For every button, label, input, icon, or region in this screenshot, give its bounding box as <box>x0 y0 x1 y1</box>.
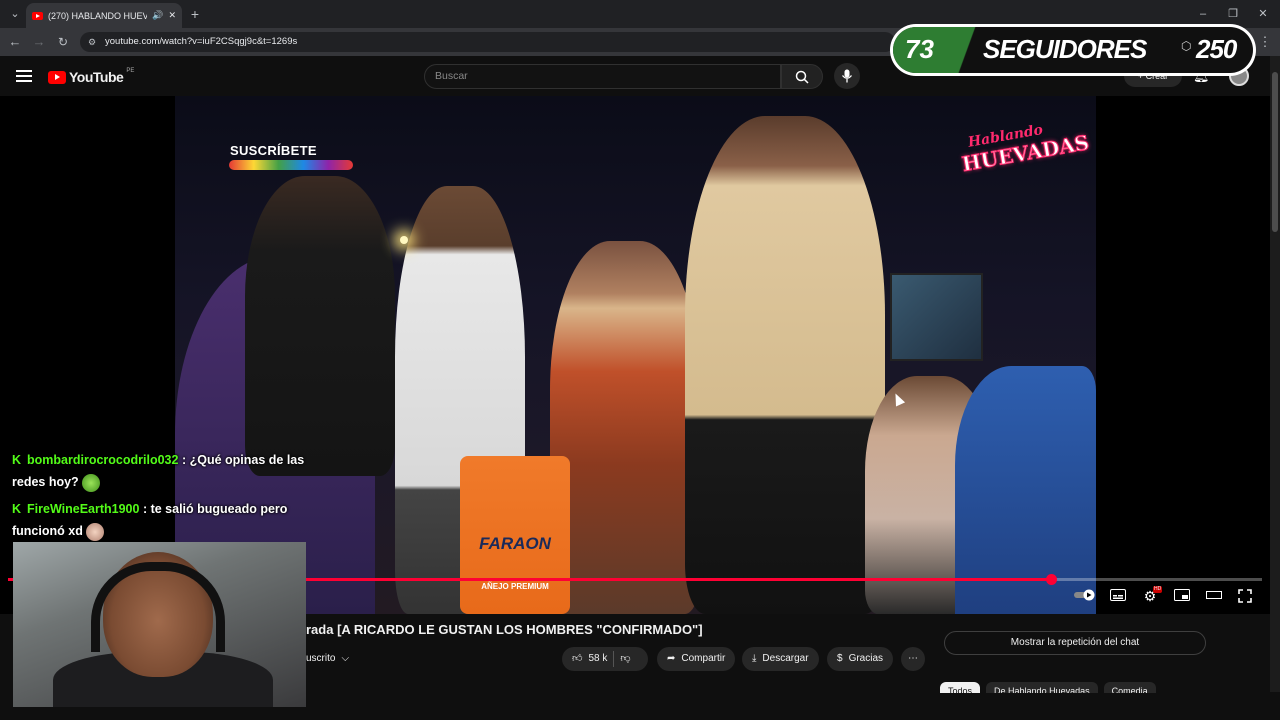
chip-comedy[interactable]: Comedia <box>1103 682 1156 693</box>
download-button[interactable]: ⤓ Descargar <box>742 647 819 671</box>
window-close-icon[interactable]: ✕ <box>1248 0 1278 28</box>
hd-badge: HD <box>1153 586 1163 593</box>
more-actions-button[interactable]: ⋯ <box>901 647 925 671</box>
voice-search-button[interactable] <box>834 63 860 89</box>
more-horizontal-icon: ⋯ <box>908 653 918 664</box>
subscribed-label: uscrito <box>306 653 336 664</box>
thanks-label: Gracias <box>848 653 884 664</box>
chevron-down-icon: ⌵ <box>341 653 350 664</box>
rice-bag: FARAON AÑEJO PREMIUM <box>460 456 570 614</box>
subtitles-icon[interactable] <box>1110 589 1126 603</box>
miniplayer-icon[interactable] <box>1174 589 1190 603</box>
search-button[interactable] <box>781 64 823 89</box>
download-label: Descargar <box>762 653 809 664</box>
chat-message: Kbombardirocrocodrilo032 : ¿Qué opinas d… <box>12 449 307 493</box>
region-code: PE <box>126 68 135 74</box>
tab-title: (270) HABLANDO HUEVADAS <box>48 10 148 21</box>
subscribe-banner-text: SUSCRÍBETE <box>230 143 317 158</box>
like-dislike-group: 👍︎ 58 k 👎︎ <box>562 647 648 671</box>
chat-username: bombardirocrocodrilo032 <box>27 453 179 467</box>
emote-icon <box>82 473 101 492</box>
theater-mode-icon[interactable] <box>1206 589 1222 603</box>
follower-count: 73 <box>905 34 934 64</box>
thanks-button[interactable]: $ Gracias <box>827 647 894 671</box>
chat-message: K FireWineEarth1900 : te salió bugueado p… <box>12 498 307 542</box>
chip-channel[interactable]: De Hablando Huevadas <box>986 682 1098 693</box>
speaker-icon[interactable]: 🔊 <box>152 10 163 21</box>
scrollbar-thumb[interactable] <box>1272 72 1278 232</box>
site-info-icon[interactable]: ⚙ <box>88 32 96 52</box>
man-beige-jacket <box>685 116 885 614</box>
url-bar[interactable]: ⚙ youtube.com/watch?v=iuF2CSqgj9c&t=1269… <box>80 32 895 52</box>
youtube-favicon-icon <box>32 11 43 20</box>
like-divider <box>613 651 615 667</box>
headset <box>91 562 225 652</box>
like-icon[interactable]: 👍︎ <box>572 647 582 671</box>
show-chat-replay-button[interactable]: Mostrar la repetición del chat <box>944 631 1206 655</box>
follower-goal: 250 <box>1196 34 1237 64</box>
dislike-icon[interactable]: 👎︎ <box>620 647 630 671</box>
person-dark-shirt <box>245 176 395 476</box>
youtube-logo[interactable]: YouTube PE <box>48 68 135 85</box>
streamer-webcam <box>13 542 306 707</box>
audience-blue-jacket <box>955 366 1096 614</box>
subscribe-banner-stripe <box>229 160 353 170</box>
microphone-icon <box>841 69 853 83</box>
youtube-play-icon <box>48 70 66 84</box>
hamburger-menu-icon[interactable] <box>16 70 32 82</box>
follower-label: SEGUIDORES <box>983 34 1147 64</box>
share-icon: ➦ <box>667 653 676 664</box>
download-icon: ⤓ <box>752 653 757 664</box>
rice-bag-brand: FARAON <box>479 534 551 553</box>
subscribed-button[interactable]: uscrito ⌵ <box>306 648 349 670</box>
follower-goal-overlay: 73 SEGUIDORES ⬡ 250 <box>890 24 1256 76</box>
thanks-icon: $ <box>837 653 843 664</box>
new-tab-icon[interactable]: + <box>180 0 210 28</box>
recommendation-chips: Todos De Hablando Huevadas Comedia <box>940 681 1200 693</box>
browser-tab[interactable]: (270) HABLANDO HUEVADAS 🔊 ✕ <box>26 3 182 28</box>
kick-icon: K <box>12 502 22 516</box>
background-tv-screen <box>890 273 983 361</box>
stage-light <box>400 236 408 244</box>
search-input[interactable]: Buscar <box>424 64 781 89</box>
share-button[interactable]: ➦ Compartir <box>657 647 736 671</box>
share-label: Compartir <box>681 653 726 664</box>
kick-icon: K <box>12 453 22 467</box>
woman-with-microphone <box>550 241 700 614</box>
chip-all[interactable]: Todos <box>940 682 981 693</box>
goal-icon: ⬡ <box>1181 39 1192 53</box>
search-icon <box>795 70 809 84</box>
url-text: youtube.com/watch?v=iuF2CSqgj9c&t=1269s <box>105 36 298 47</box>
autoplay-toggle[interactable] <box>1074 589 1098 603</box>
reload-icon[interactable]: ↻ <box>48 28 78 56</box>
chat-username: FireWineEarth1900 <box>27 502 140 516</box>
video-title: rada [A RICARDO LE GUSTAN LOS HOMBRES "C… <box>306 622 703 637</box>
like-count[interactable]: 58 k <box>588 647 607 671</box>
youtube-logo-text: YouTube <box>69 69 124 85</box>
tab-close-icon[interactable]: ✕ <box>168 10 176 21</box>
emote-icon <box>86 522 105 541</box>
rice-bag-subtitle: AÑEJO PREMIUM <box>481 582 549 591</box>
fullscreen-icon[interactable] <box>1238 589 1254 603</box>
